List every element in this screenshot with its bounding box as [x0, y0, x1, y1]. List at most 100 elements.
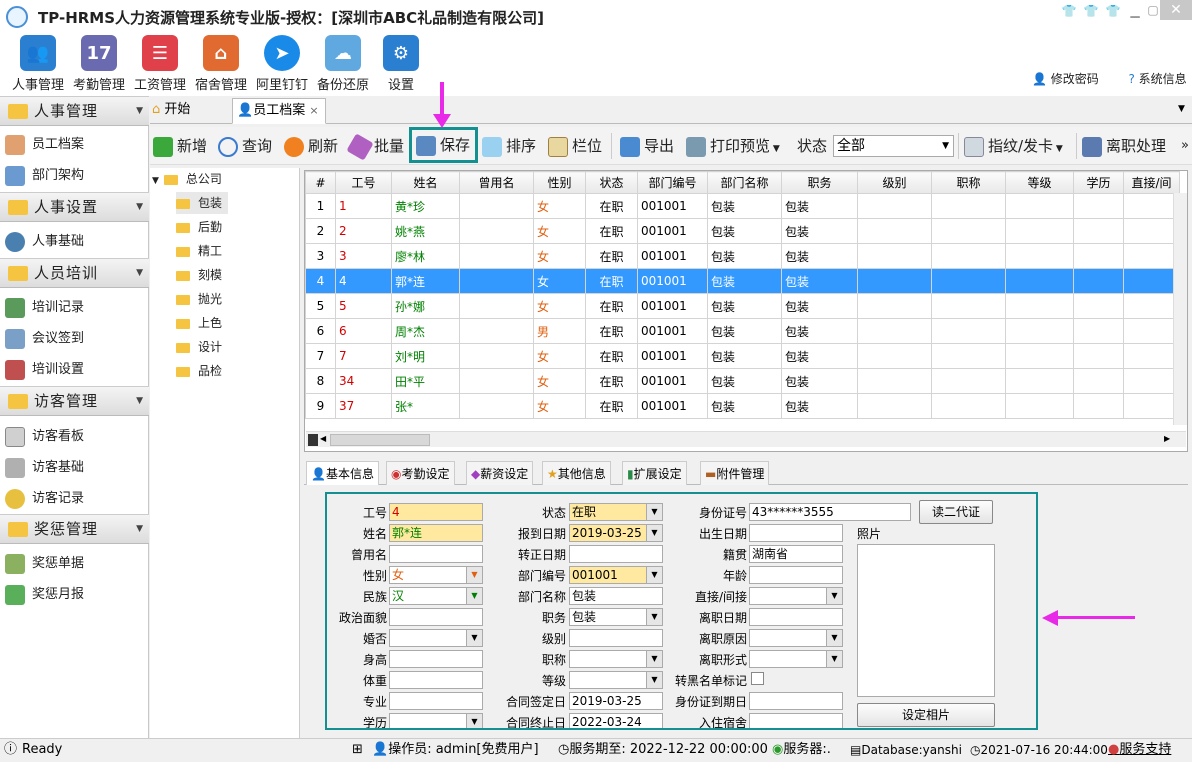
- table-cell[interactable]: 包装: [781, 243, 858, 269]
- table-cell[interactable]: [1073, 368, 1124, 394]
- table-cell[interactable]: [857, 268, 932, 294]
- column-header[interactable]: 职称: [931, 171, 1006, 194]
- column-header[interactable]: #: [305, 171, 336, 194]
- table-cell[interactable]: [857, 218, 932, 244]
- tab-attendance-settings[interactable]: ◉考勤设定: [386, 461, 455, 485]
- table-cell[interactable]: 在职: [585, 368, 638, 394]
- table-cell[interactable]: [1123, 393, 1180, 419]
- table-row[interactable]: 7 7 刘*明女在职 001001 包装 包装: [305, 343, 1180, 369]
- title-select[interactable]: ▼: [569, 650, 663, 668]
- table-cell[interactable]: 在职: [585, 293, 638, 319]
- table-cell[interactable]: [1073, 393, 1124, 419]
- sidebar-section-training[interactable]: 人员培训 ▼: [0, 258, 149, 288]
- table-cell[interactable]: 包装: [707, 343, 782, 369]
- table-cell[interactable]: 34: [335, 368, 392, 394]
- refresh-button[interactable]: 刷新: [284, 127, 338, 165]
- change-password-link[interactable]: 修改密码: [1051, 72, 1099, 86]
- column-header[interactable]: 姓名: [391, 171, 460, 194]
- columns-button[interactable]: 栏位: [548, 127, 602, 165]
- sidebar-section-hr-settings[interactable]: 人事设置 ▼: [0, 192, 149, 222]
- column-header[interactable]: 直接/间: [1123, 171, 1180, 194]
- height-input[interactable]: [389, 650, 483, 668]
- menu-hr[interactable]: 👥 人事管理: [8, 34, 68, 96]
- table-cell[interactable]: 包装: [707, 393, 782, 419]
- table-cell[interactable]: 包装: [781, 218, 858, 244]
- vertical-scrollbar[interactable]: [1173, 193, 1187, 425]
- table-cell[interactable]: 1: [305, 193, 336, 219]
- table-cell[interactable]: 包装: [707, 268, 782, 294]
- table-cell[interactable]: 37: [335, 393, 392, 419]
- batch-button[interactable]: 批量: [346, 127, 404, 165]
- table-cell[interactable]: 5: [305, 293, 336, 319]
- table-cell[interactable]: 田*平: [391, 368, 460, 394]
- tree-node[interactable]: 精工: [176, 240, 222, 262]
- table-cell[interactable]: [1073, 343, 1124, 369]
- sidebar-item-training-record[interactable]: 培训记录: [5, 295, 145, 321]
- table-cell[interactable]: 包装: [781, 318, 858, 344]
- marital-select[interactable]: ▼: [389, 629, 483, 647]
- skin-icon[interactable]: 👕: [1058, 2, 1080, 20]
- table-cell[interactable]: [459, 343, 534, 369]
- table-cell[interactable]: [931, 243, 1006, 269]
- sidebar-section-hr[interactable]: 人事管理 ▼: [0, 96, 149, 126]
- dept-name-input[interactable]: 包装: [569, 587, 663, 605]
- table-cell[interactable]: 在职: [585, 193, 638, 219]
- menu-backup[interactable]: ☁ 备份还原: [313, 34, 373, 96]
- table-cell[interactable]: [931, 268, 1006, 294]
- leave-reason-select[interactable]: ▼: [749, 629, 843, 647]
- table-cell[interactable]: 廖*林: [391, 243, 460, 269]
- weight-input[interactable]: [389, 671, 483, 689]
- sidebar-item-visitor-board[interactable]: 访客看板: [5, 424, 145, 450]
- table-cell[interactable]: [931, 368, 1006, 394]
- hometown-input[interactable]: 湖南省: [749, 545, 843, 563]
- table-cell[interactable]: 在职: [585, 268, 638, 294]
- table-cell[interactable]: 4: [335, 268, 392, 294]
- table-cell[interactable]: 7: [335, 343, 392, 369]
- sidebar-item-employee-file[interactable]: 员工档案: [5, 132, 145, 158]
- table-cell[interactable]: 包装: [781, 343, 858, 369]
- regular-date-input[interactable]: [569, 545, 663, 563]
- table-cell[interactable]: [931, 293, 1006, 319]
- table-cell[interactable]: [1073, 193, 1124, 219]
- table-row[interactable]: 4 4 郭*连女在职 001001 包装 包装: [305, 268, 1180, 294]
- table-cell[interactable]: [857, 368, 932, 394]
- scroll-thumb[interactable]: [330, 434, 430, 446]
- menu-attendance[interactable]: 17 考勤管理: [69, 34, 129, 96]
- table-cell[interactable]: [1123, 218, 1180, 244]
- tree-node[interactable]: 刻模: [176, 264, 222, 286]
- table-cell[interactable]: 1: [335, 193, 392, 219]
- table-cell[interactable]: [1123, 368, 1180, 394]
- table-cell[interactable]: 包装: [781, 193, 858, 219]
- table-cell[interactable]: 7: [305, 343, 336, 369]
- table-cell[interactable]: [931, 193, 1006, 219]
- join-date-picker[interactable]: 2019-03-25 ▼: [569, 524, 663, 542]
- table-cell[interactable]: [857, 343, 932, 369]
- table-cell[interactable]: [459, 243, 534, 269]
- table-cell[interactable]: 5: [335, 293, 392, 319]
- position-select[interactable]: 包装 ▼: [569, 608, 663, 626]
- table-cell[interactable]: 001001: [637, 343, 708, 369]
- table-cell[interactable]: [1005, 318, 1074, 344]
- tab-other-info[interactable]: ★其他信息: [542, 461, 611, 485]
- table-cell[interactable]: 张*: [391, 393, 460, 419]
- menu-settings[interactable]: ⚙ 设置: [371, 34, 431, 96]
- alias-input[interactable]: [389, 545, 483, 563]
- tree-node[interactable]: 包装: [176, 192, 229, 214]
- table-cell[interactable]: 在职: [585, 343, 638, 369]
- table-cell[interactable]: 001001: [637, 393, 708, 419]
- table-row[interactable]: 6 6 周*杰男在职 001001 包装 包装: [305, 318, 1180, 344]
- sidebar-section-visitor[interactable]: 访客管理 ▼: [0, 386, 149, 416]
- tab-extended-settings[interactable]: ▮扩展设定: [622, 461, 687, 485]
- table-cell[interactable]: 2: [305, 218, 336, 244]
- sex-select[interactable]: 女 ▼: [389, 566, 483, 584]
- table-cell[interactable]: 孙*娜: [391, 293, 460, 319]
- table-cell[interactable]: 001001: [637, 293, 708, 319]
- print-preview-button[interactable]: 打印预览 ▼: [686, 127, 780, 165]
- column-header[interactable]: 职务: [781, 171, 858, 194]
- table-cell[interactable]: [1073, 243, 1124, 269]
- add-button[interactable]: 新增: [153, 127, 207, 165]
- table-cell[interactable]: 姚*燕: [391, 218, 460, 244]
- ethnicity-select[interactable]: 汉 ▼: [389, 587, 483, 605]
- table-cell[interactable]: 女: [533, 218, 586, 244]
- table-cell[interactable]: 2: [335, 218, 392, 244]
